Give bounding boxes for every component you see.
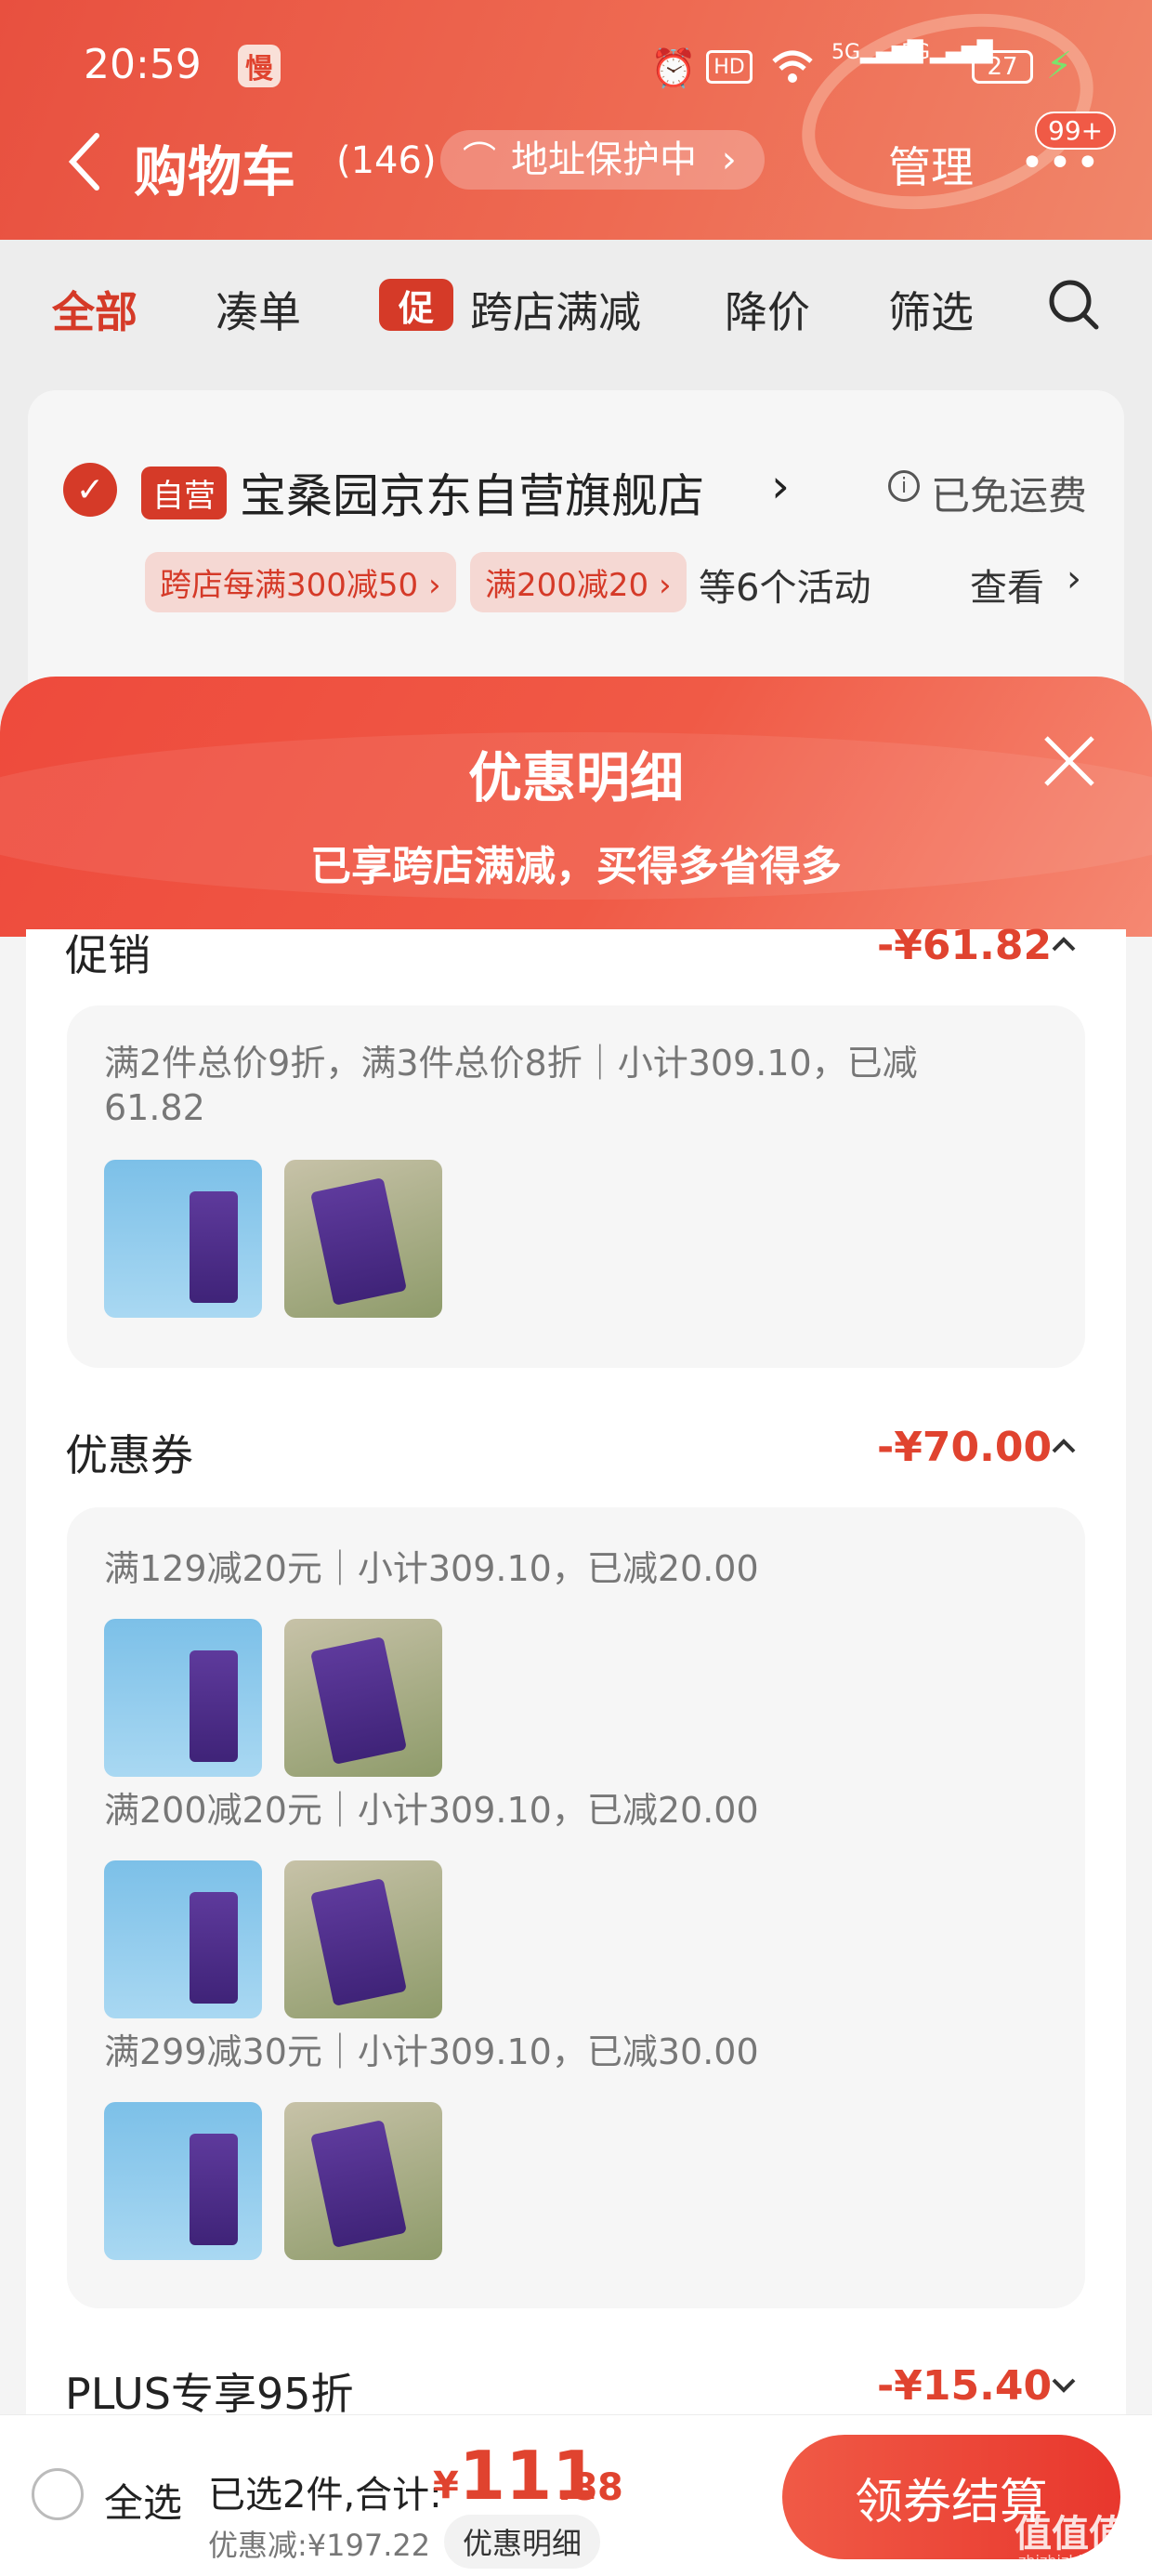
tab-all[interactable]: 全部 (52, 279, 137, 340)
coupon-line-3: 满299减30元｜小计309.10，已减30.00 (104, 2031, 759, 2072)
search-icon[interactable] (1046, 277, 1102, 333)
section-amount-plus: -¥15.40 (877, 2362, 1053, 2410)
tab-price-drop[interactable]: 降价 (725, 279, 810, 340)
address-protect-button[interactable]: ⌒ 地址保护中 › (440, 130, 765, 190)
info-icon[interactable]: i (888, 470, 920, 502)
message-badge: 99+ (1035, 112, 1117, 150)
status-time: 20:59 (84, 41, 202, 88)
chevron-down-icon[interactable] (1050, 2375, 1078, 2394)
battery-icon: 27 (972, 50, 1033, 84)
section-amount-coupon: -¥70.00 (877, 1424, 1053, 1471)
address-protect-label: 地址保护中 (511, 138, 697, 181)
discount-detail-button[interactable]: 优惠明细 (444, 2515, 601, 2569)
product-thumb[interactable] (104, 1860, 262, 2018)
product-thumb[interactable] (284, 1860, 442, 2018)
section-title-plus: PLUS专享95折 (65, 2369, 354, 2419)
select-all-label[interactable]: 全选 (104, 2472, 182, 2529)
price-currency: ¥ (433, 2464, 459, 2507)
self-operated-tag: 自营 (141, 467, 227, 519)
product-thumb[interactable] (284, 1160, 442, 1318)
alarm-icon: ⏰ (650, 47, 697, 90)
chevron-right-icon: › (721, 138, 737, 181)
product-thumb[interactable] (104, 2102, 262, 2260)
modal-title: 优惠明细 (467, 746, 684, 809)
product-thumb[interactable] (104, 1619, 262, 1777)
promo-200-20[interactable]: 满200减20 › (470, 552, 687, 612)
battery-level: 27 (987, 53, 1018, 81)
watermark-logo: 值值值 (1015, 2513, 1126, 2556)
coupon-line-1: 满129减20元｜小计309.10，已减20.00 (104, 1548, 759, 1589)
page-title: 购物车 (134, 140, 296, 204)
promo-more: 等6个活动 (699, 567, 871, 610)
shop-name[interactable]: 宝桑园京东自营旗舰店 (240, 459, 704, 526)
chevron-right-icon: › (771, 459, 790, 513)
close-icon[interactable] (1042, 734, 1096, 788)
selected-summary: 已选2件,合计: (208, 2474, 442, 2517)
tab-cross-store[interactable]: 跨店满减 (470, 279, 641, 340)
discount-summary: 优惠减:¥197.22 (208, 2528, 431, 2563)
top-header: 20:59 慢 ⏰ HD 5G▂▄▆█ 5G▂▄▆█ 27 ⚡ 购物车 (146… (0, 0, 1152, 241)
shield-icon: ⌒ (463, 140, 497, 178)
app-badge-icon: 慢 (238, 45, 281, 87)
manage-button[interactable]: 管理 (888, 134, 974, 195)
cart-count: (146) (336, 139, 437, 182)
wifi-icon (772, 50, 813, 83)
promo-view[interactable]: 查看 (970, 558, 1044, 611)
section-title-coupon: 优惠券 (65, 1430, 193, 1480)
coupon-line-2: 满200减20元｜小计309.10，已减20.00 (104, 1790, 759, 1831)
promo-tag-icon: 促 (379, 279, 453, 331)
section-title-promo: 促销 (65, 930, 151, 980)
chevron-up-icon[interactable] (1050, 935, 1078, 953)
hd-icon: HD (706, 50, 753, 84)
price-decimal: .88 (557, 2466, 623, 2509)
promo-detail-text: 满2件总价9折，满3件总价8折｜小计309.10，已减61.82 (104, 1043, 918, 1128)
charging-icon: ⚡ (1046, 45, 1073, 87)
select-all-checkbox[interactable] (32, 2468, 84, 2520)
modal-header: 优惠明细 已享跨店满减，买得多省得多 (0, 677, 1152, 937)
shop-check-icon[interactable]: ✓ (63, 463, 117, 517)
chevron-right-icon: › (1067, 558, 1081, 600)
section-amount-promo: -¥61.82 (877, 922, 1053, 969)
product-thumb[interactable] (104, 1160, 262, 1318)
tab-filter[interactable]: 筛选 (888, 279, 974, 340)
promo-cross-store[interactable]: 跨店每满300减50 › (145, 552, 456, 612)
chevron-left-icon[interactable] (65, 132, 102, 191)
shipping-status: 已免运费 (931, 473, 1088, 519)
product-thumb[interactable] (284, 1619, 442, 1777)
watermark-url: zhizhizhi.com (1018, 2552, 1119, 2569)
product-thumb[interactable] (284, 2102, 442, 2260)
tab-bundle[interactable]: 凑单 (216, 279, 301, 340)
modal-subtitle: 已享跨店满减，买得多省得多 (310, 843, 842, 890)
chevron-up-icon[interactable] (1050, 1437, 1078, 1455)
